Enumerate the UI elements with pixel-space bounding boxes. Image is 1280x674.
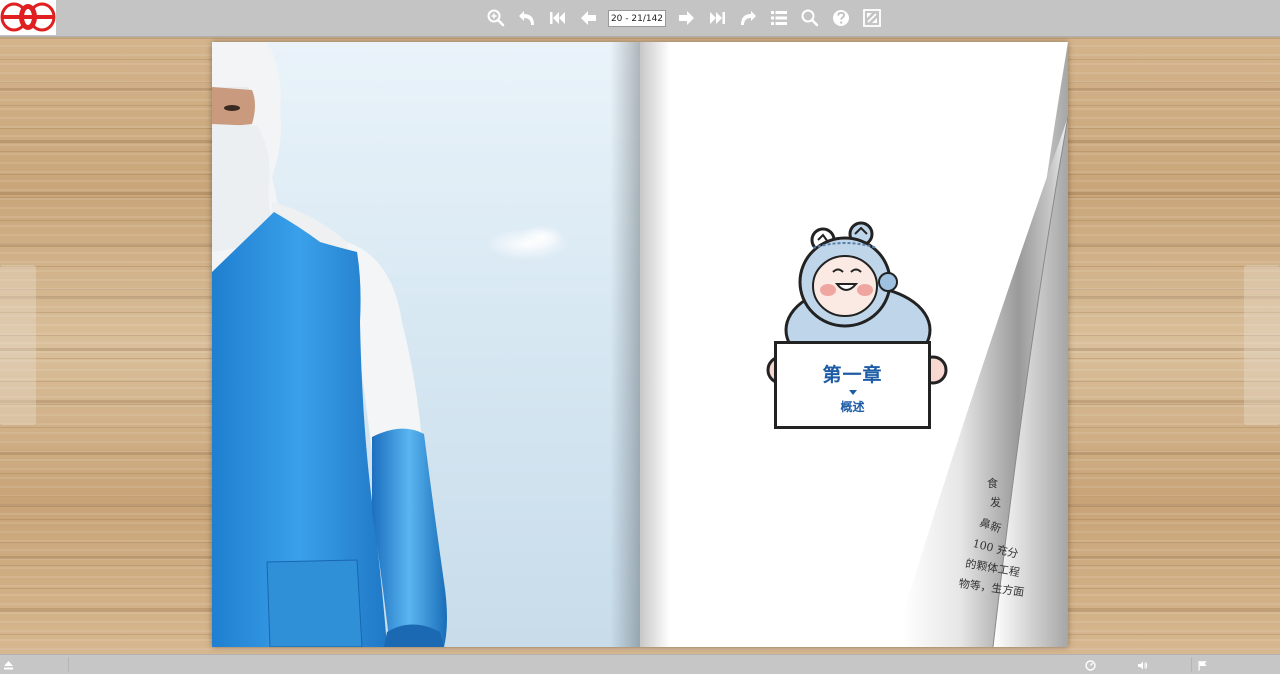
right-page[interactable]: 第一章 概述 食 发 鼻新 100 充分 的颗体工程 物等，生方面 — [640, 42, 1068, 647]
right-spine-shadow — [640, 42, 670, 647]
flag-icon — [1198, 660, 1207, 670]
help-button[interactable] — [828, 5, 854, 31]
search-button[interactable] — [797, 5, 823, 31]
zoom-in-icon — [487, 9, 504, 27]
left-page[interactable] — [212, 42, 640, 647]
undo-button[interactable] — [514, 5, 540, 31]
table-of-contents-icon — [770, 11, 787, 25]
last-page-button[interactable] — [704, 5, 730, 31]
bottom-bar — [0, 654, 1280, 674]
worker-photo-image — [212, 42, 569, 647]
bookmark-button[interactable] — [1197, 658, 1208, 672]
help-icon — [832, 10, 849, 26]
eject-button[interactable] — [3, 658, 14, 672]
first-page-icon — [549, 12, 565, 24]
first-page-button[interactable] — [545, 5, 571, 31]
prev-page-icon — [580, 11, 596, 25]
brand-logo-mark-icon — [0, 0, 56, 35]
prev-page-button[interactable] — [576, 5, 602, 31]
brand-logo[interactable] — [0, 0, 56, 35]
next-page-icon — [678, 11, 694, 25]
last-page-icon — [709, 12, 725, 24]
bottom-divider — [68, 657, 69, 672]
speaker-icon — [1138, 661, 1148, 669]
curl-text-line: 食 — [987, 477, 998, 490]
autoplay-button[interactable] — [1085, 658, 1096, 672]
prev-page-side-handle[interactable] — [0, 265, 36, 425]
curl-text-line: 发 — [990, 496, 1001, 509]
redo-icon — [740, 11, 756, 25]
chapter-arrow-icon — [848, 390, 857, 395]
fullscreen-icon — [862, 9, 881, 27]
flipbook: 第一章 概述 食 发 鼻新 100 充分 的颗体工程 物等，生方面 — [212, 42, 1068, 647]
timer-icon — [1085, 659, 1096, 671]
sound-button[interactable] — [1137, 658, 1148, 672]
next-page-button[interactable] — [673, 5, 699, 31]
eject-icon — [4, 660, 13, 669]
fullscreen-button[interactable] — [859, 5, 885, 31]
table-of-contents-button[interactable] — [766, 5, 792, 31]
top-toolbar: 20 - 21/142 — [0, 0, 1280, 37]
left-spine-shadow — [610, 42, 640, 647]
redo-button[interactable] — [735, 5, 761, 31]
search-icon — [801, 9, 818, 27]
toolbar-tools: 20 - 21/142 — [480, 5, 887, 31]
zoom-in-button[interactable] — [483, 5, 509, 31]
next-page-side-handle[interactable] — [1244, 265, 1280, 425]
page-number-input[interactable]: 20 - 21/142 — [608, 9, 666, 27]
bottom-divider — [1191, 657, 1192, 672]
undo-icon — [518, 11, 534, 25]
